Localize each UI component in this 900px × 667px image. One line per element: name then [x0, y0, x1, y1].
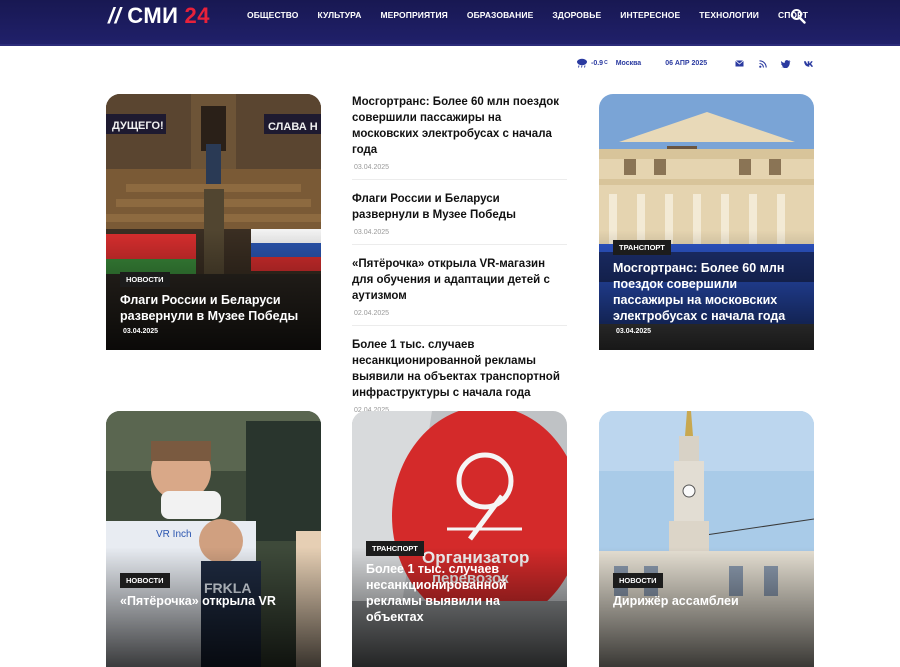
logo-number: 24	[184, 3, 210, 28]
temperature-unit: C	[604, 60, 608, 66]
site-logo[interactable]: // СМИ 24	[108, 2, 210, 30]
svg-text:VR Inch: VR Inch	[156, 529, 192, 540]
card-title[interactable]: Более 1 тыс. случаев несанкционированной…	[366, 561, 555, 625]
logo-text: СМИ	[127, 3, 179, 28]
card-title[interactable]: Флаги России и Беларуси развернули в Муз…	[120, 292, 309, 324]
logo-slashes: //	[108, 3, 122, 28]
current-date: 06 АПР 2025	[665, 59, 708, 67]
nav-item-technology[interactable]: ТЕХНОЛОГИИ	[699, 10, 759, 20]
nav-item-society[interactable]: ОБЩЕСТВО	[247, 10, 299, 20]
news-card-advertising[interactable]: Организатор перевозок ТРАНСПОРТ Более 1 …	[352, 411, 567, 667]
category-badge[interactable]: НОВОСТИ	[120, 272, 170, 287]
list-item-date: 03.04.2025	[354, 229, 390, 236]
list-item-title[interactable]: Флаги России и Беларуси развернули в Муз…	[352, 191, 567, 223]
temperature-value: -0.9	[591, 59, 604, 67]
category-badge[interactable]: ТРАНСПОРТ	[613, 240, 671, 255]
list-item-date: 03.04.2025	[354, 164, 390, 171]
card-title[interactable]: «Пятёрочка» открыла VR	[120, 593, 309, 609]
search-icon[interactable]	[790, 8, 806, 24]
list-item[interactable]: Флаги России и Беларуси развернули в Муз…	[352, 191, 567, 245]
card-date: 03.04.2025	[616, 328, 652, 335]
list-item-date: 02.04.2025	[354, 310, 390, 317]
category-badge[interactable]: НОВОСТИ	[120, 573, 170, 588]
vk-icon[interactable]	[803, 58, 814, 69]
news-card-vr[interactable]: VR Inch FRKLA НОВОСТИ «Пятёрочка» открыл…	[106, 411, 321, 667]
svg-text:СЛАВА Н: СЛАВА Н	[268, 121, 318, 133]
card-date: 03.04.2025	[123, 328, 159, 335]
mail-icon[interactable]	[734, 58, 745, 69]
category-badge[interactable]: ТРАНСПОРТ	[366, 541, 424, 556]
main-nav: ОБЩЕСТВО КУЛЬТУРА МЕРОПРИЯТИЯ ОБРАЗОВАНИ…	[247, 10, 827, 20]
rss-icon[interactable]	[757, 58, 768, 69]
list-item-title[interactable]: Мосгортранс: Более 60 млн поездок соверш…	[352, 94, 567, 158]
card-title[interactable]: Дирижёр ассамблеи	[613, 593, 802, 609]
news-card-museum[interactable]: ДУЩЕГО! СЛАВА Н НОВОСТИ Флаги России и Б…	[106, 94, 321, 350]
info-bar: -0.9 C Москва 06 АПР 2025	[576, 58, 707, 68]
svg-text:ДУЩЕГО!: ДУЩЕГО!	[112, 120, 164, 132]
nav-item-interesting[interactable]: ИНТЕРЕСНОЕ	[620, 10, 680, 20]
weather-widget: -0.9 C	[576, 58, 608, 68]
site-header: // СМИ 24 ОБЩЕСТВО КУЛЬТУРА МЕРОПРИЯТИЯ …	[0, 0, 900, 46]
card-title[interactable]: Мосгортранс: Более 60 млн поездок соверш…	[613, 260, 802, 324]
twitter-icon[interactable]	[780, 58, 791, 69]
list-item[interactable]: «Пятёрочка» открыла VR-магазин для обуче…	[352, 256, 567, 326]
city-name: Москва	[615, 59, 642, 67]
news-card-station[interactable]: НОВОСТИ Дирижёр ассамблеи	[599, 411, 814, 667]
cloud-icon	[577, 58, 587, 68]
list-item[interactable]: Более 1 тыс. случаев несанкционированной…	[352, 337, 567, 422]
social-links	[734, 58, 814, 69]
category-badge[interactable]: НОВОСТИ	[613, 573, 663, 588]
nav-item-health[interactable]: ЗДОРОВЬЕ	[552, 10, 601, 20]
list-item-title[interactable]: Более 1 тыс. случаев несанкционированной…	[352, 337, 567, 401]
nav-item-events[interactable]: МЕРОПРИЯТИЯ	[380, 10, 447, 20]
news-card-transport[interactable]: ТРАНСПОРТ Мосгортранс: Более 60 млн поез…	[599, 94, 814, 350]
list-item[interactable]: Мосгортранс: Более 60 млн поездок соверш…	[352, 94, 567, 180]
list-item-title[interactable]: «Пятёрочка» открыла VR-магазин для обуче…	[352, 256, 567, 304]
nav-item-education[interactable]: ОБРАЗОВАНИЕ	[467, 10, 533, 20]
latest-news-list: Мосгортранс: Более 60 млн поездок соверш…	[352, 94, 567, 433]
nav-item-culture[interactable]: КУЛЬТУРА	[318, 10, 362, 20]
